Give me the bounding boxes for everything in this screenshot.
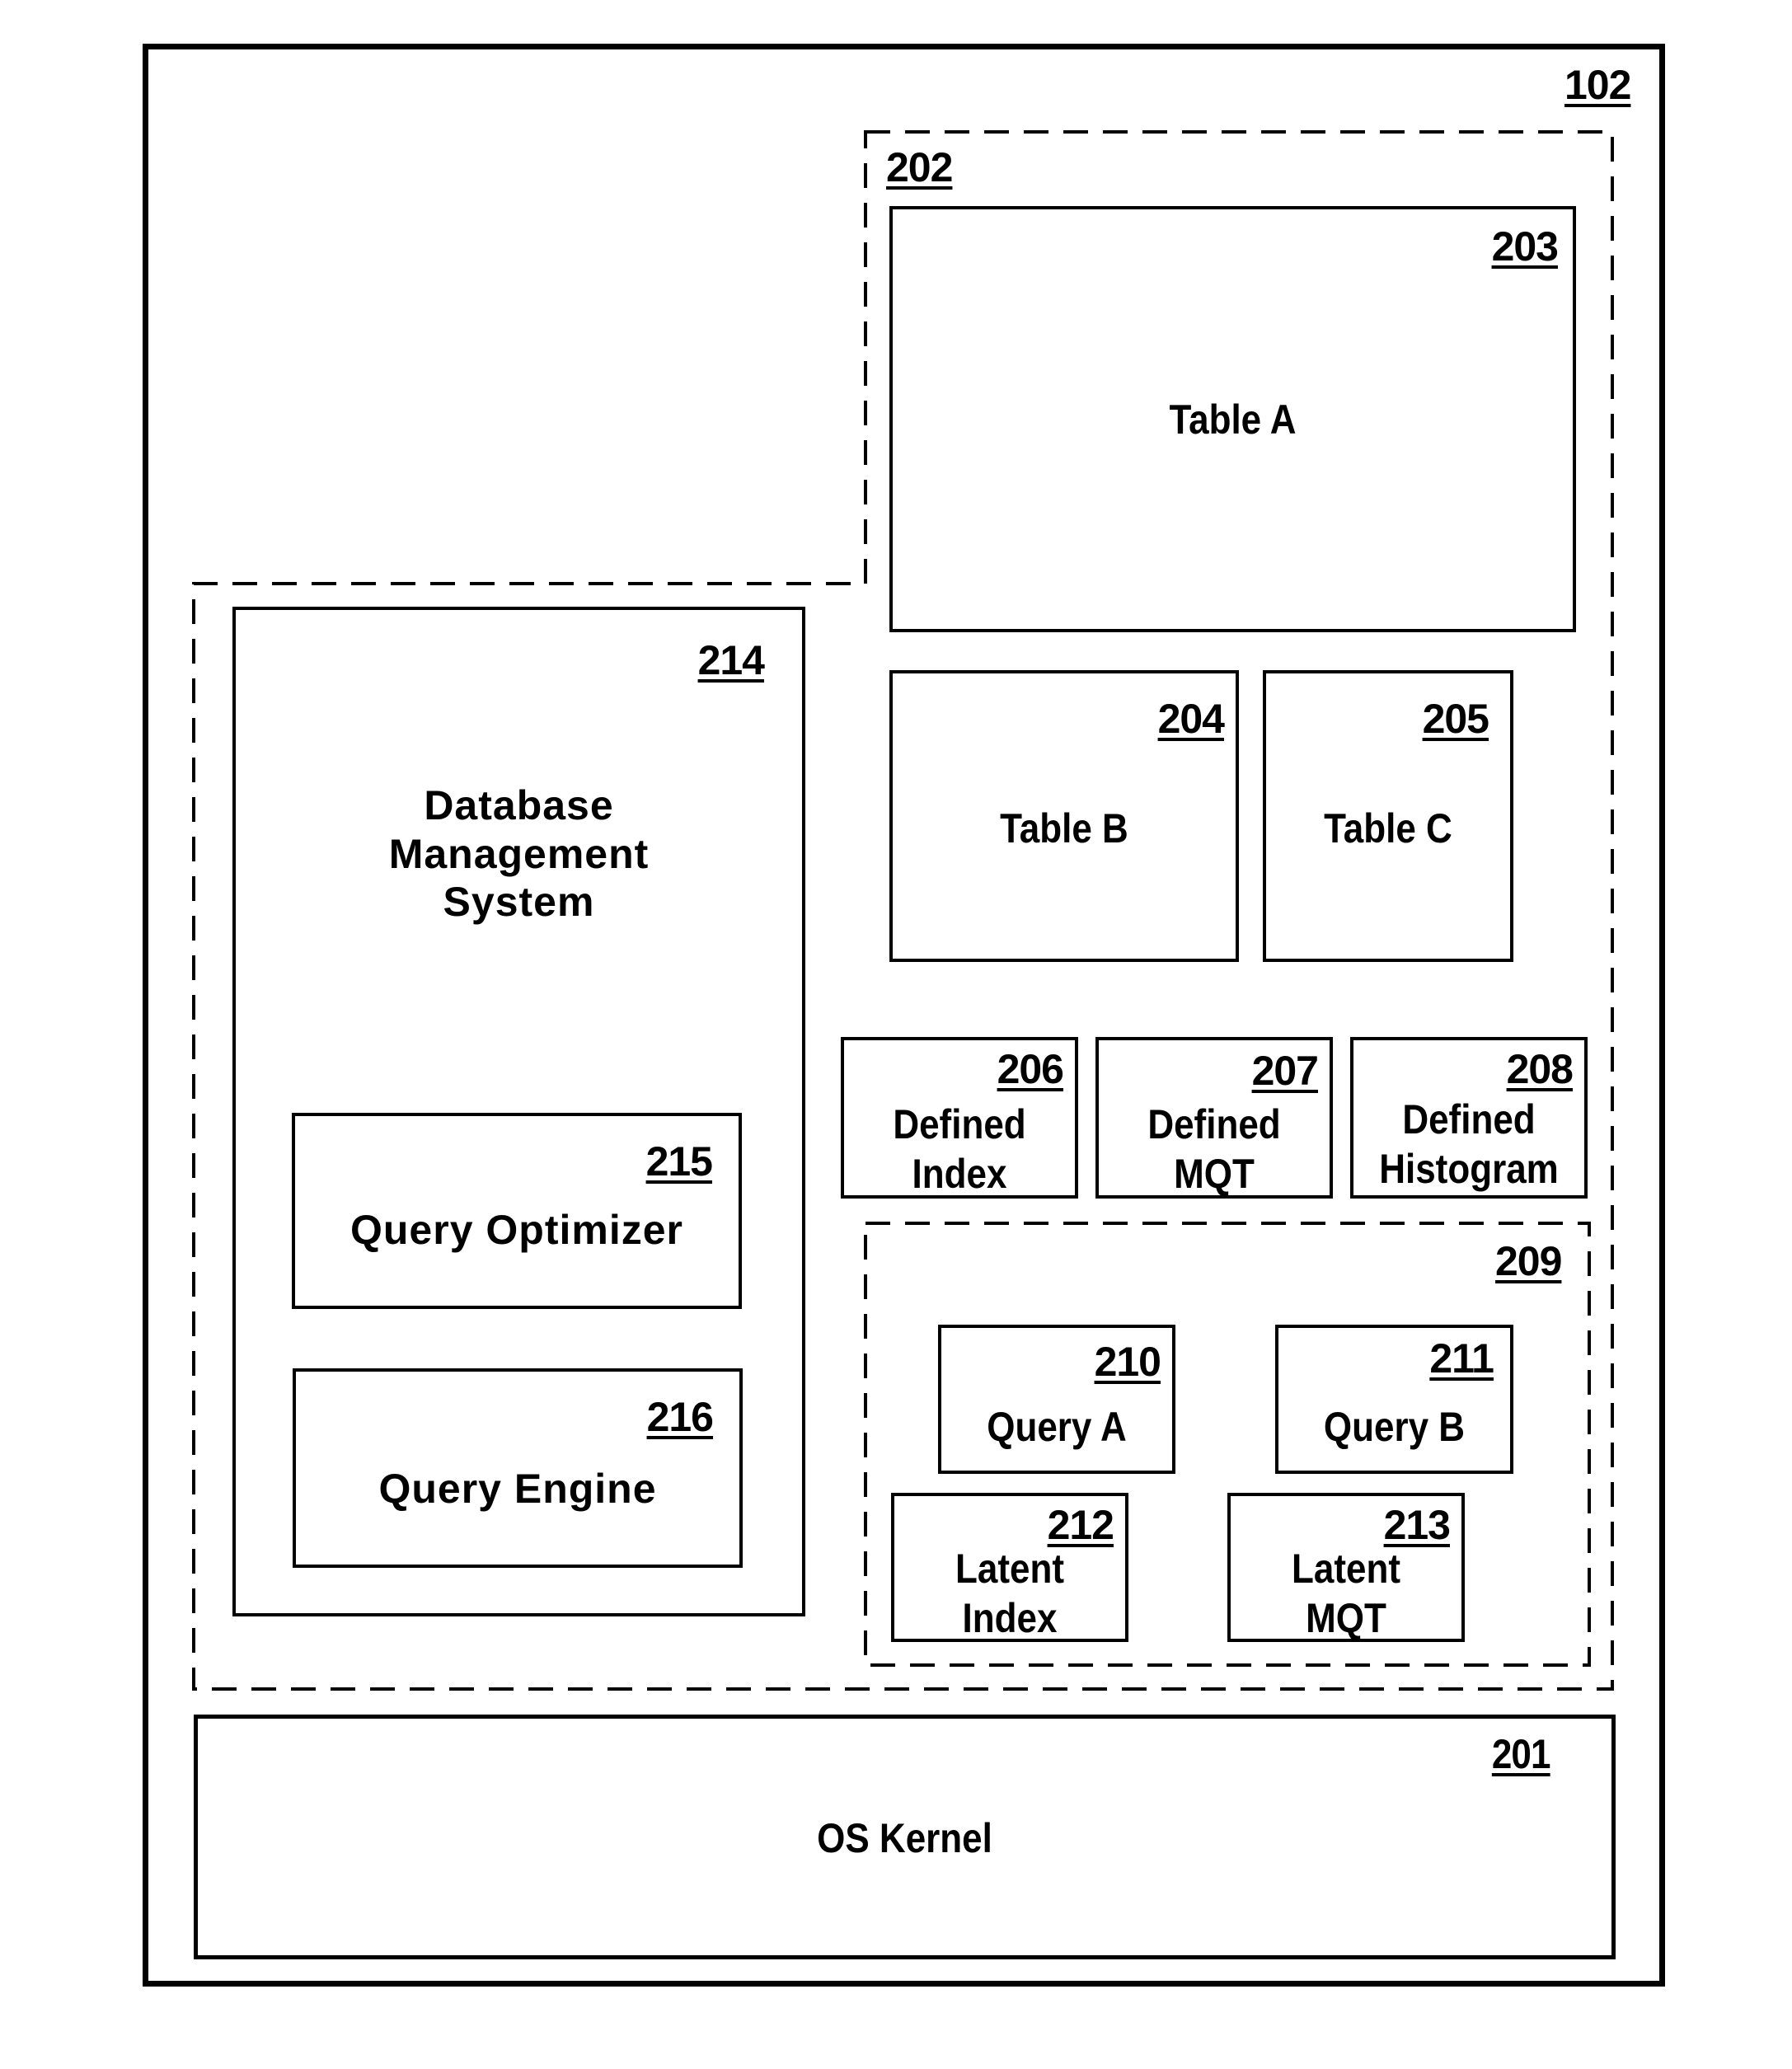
defined-mqt-ref: 207	[1251, 1048, 1319, 1094]
query-engine-box: 216 Query Engine	[293, 1368, 743, 1568]
defined-mqt-label: Defined MQT	[1113, 1100, 1316, 1199]
latent-mqt-line1: Latent	[1292, 1546, 1400, 1592]
latent-index-box: 212 Latent Index	[891, 1493, 1128, 1642]
latent-index-label: Latent Index	[908, 1544, 1111, 1643]
table-c-box: 205 Table C	[1263, 670, 1513, 962]
latent-mqt-ref: 213	[1383, 1502, 1451, 1548]
table-a-label: Table A	[1169, 396, 1297, 443]
defined-index-line2: Index	[912, 1151, 1007, 1197]
latent-mqt-box: 213 Latent MQT	[1227, 1493, 1465, 1642]
defined-histogram-line2: Histogram	[1379, 1146, 1559, 1192]
dbms-line1: Database	[424, 782, 614, 828]
query-group-ref: 209	[1495, 1238, 1562, 1284]
dbms-line3: System	[443, 879, 595, 925]
os-kernel-ref: 201	[1491, 1731, 1550, 1777]
query-a-label: Query A	[987, 1404, 1127, 1450]
query-a-ref: 210	[1094, 1339, 1161, 1385]
query-b-box: 211 Query B	[1275, 1325, 1513, 1474]
defined-index-ref: 206	[997, 1046, 1064, 1092]
table-b-ref: 204	[1157, 696, 1225, 742]
query-optimizer-ref: 215	[645, 1138, 713, 1185]
latent-index-ref: 212	[1047, 1502, 1114, 1548]
query-engine-label: Query Engine	[378, 1466, 657, 1512]
os-kernel-box: 201 OS Kernel	[194, 1715, 1616, 1959]
defined-mqt-line1: Defined	[1147, 1101, 1281, 1147]
defined-histogram-label: Defined Histogram	[1367, 1095, 1570, 1194]
defined-index-label: Defined Index	[858, 1100, 1061, 1199]
query-engine-ref: 216	[646, 1394, 714, 1440]
latent-mqt-label: Latent MQT	[1245, 1544, 1447, 1643]
table-a-box: 203 Table A	[889, 206, 1576, 632]
defined-index-box: 206 Defined Index	[841, 1037, 1078, 1199]
defined-histogram-line1: Defined	[1402, 1096, 1536, 1142]
dbms-label: Database Management System	[236, 781, 802, 927]
defined-histogram-box: 208 Defined Histogram	[1350, 1037, 1588, 1199]
query-b-ref: 211	[1429, 1335, 1494, 1382]
table-b-box: 204 Table B	[889, 670, 1239, 962]
query-a-box: 210 Query A	[938, 1325, 1175, 1474]
defined-mqt-box: 207 Defined MQT	[1095, 1037, 1333, 1199]
query-b-label: Query B	[1323, 1404, 1466, 1450]
table-b-label: Table B	[1000, 805, 1128, 852]
query-optimizer-box: 215 Query Optimizer	[292, 1113, 742, 1309]
table-a-ref: 203	[1491, 223, 1559, 270]
dbms-ref: 214	[697, 637, 765, 683]
latent-index-line1: Latent	[955, 1546, 1064, 1592]
dbms-line2: Management	[388, 830, 650, 877]
defined-histogram-ref: 208	[1506, 1046, 1574, 1092]
defined-mqt-line2: MQT	[1174, 1151, 1255, 1197]
table-c-ref: 205	[1422, 696, 1489, 742]
os-kernel-label: OS Kernel	[817, 1815, 992, 1861]
latent-index-line2: Index	[962, 1595, 1058, 1641]
table-c-label: Table C	[1324, 805, 1452, 852]
latent-mqt-line2: MQT	[1306, 1595, 1386, 1641]
defined-index-line1: Defined	[893, 1101, 1026, 1147]
query-optimizer-label: Query Optimizer	[350, 1207, 683, 1253]
memory-region-ref: 202	[886, 144, 953, 190]
